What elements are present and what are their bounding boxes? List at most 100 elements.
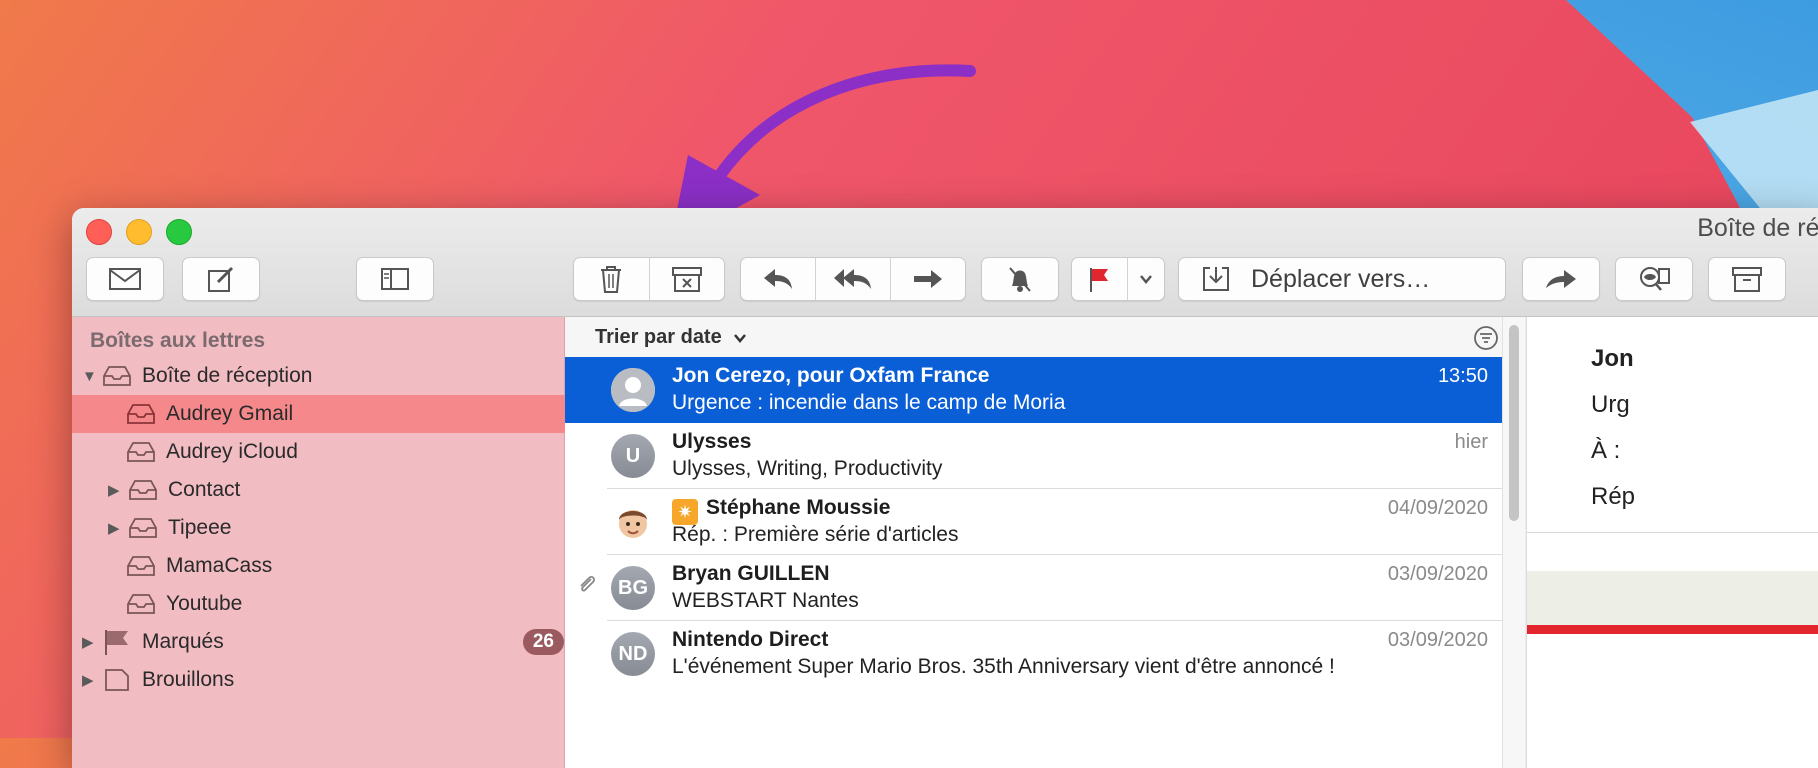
memoji-icon — [619, 510, 647, 538]
message-subject: Urgence : incendie dans le camp de Moria — [672, 391, 1066, 414]
message-list: Trier par date Jon Cerezo, pour Oxfam Fr… — [565, 317, 1525, 768]
delete-button[interactable] — [574, 258, 649, 300]
flag-group — [1071, 257, 1165, 301]
sidebar-item-label: Boîte de réception — [142, 364, 313, 387]
delete-junk-group — [573, 257, 725, 301]
reply-all-button[interactable] — [815, 258, 890, 300]
flag-icon — [105, 630, 128, 655]
sidebar-item-mamacass[interactable]: MamaCass — [72, 547, 618, 585]
preview-divider — [1527, 532, 1818, 533]
list-header: Trier par date — [565, 317, 1525, 357]
message-row[interactable]: ND Nintendo Direct L'événement Super Mar… — [565, 621, 1502, 687]
message-sender: ✷ Stéphane Moussie — [672, 496, 890, 525]
flag-button[interactable] — [1072, 258, 1127, 300]
preview-banner — [1527, 571, 1818, 625]
inbox-icon — [127, 442, 155, 462]
message-subject: Ulysses, Writing, Productivity — [672, 457, 943, 480]
avatar: BG — [611, 566, 655, 610]
sidebar-item-contact[interactable]: ▶ Contact — [72, 471, 600, 509]
inbox-icon — [129, 480, 157, 500]
message-row[interactable]: U Ulysses Ulysses, Writing, Productivity… — [565, 423, 1502, 489]
reply-button[interactable] — [741, 258, 815, 300]
sender-name: Stéphane Moussie — [706, 496, 891, 519]
sort-label: Trier par date — [595, 326, 722, 348]
avatar: U — [611, 434, 655, 478]
archive-button[interactable] — [1708, 257, 1786, 301]
disclosure-closed-icon[interactable]: ▶ — [82, 633, 102, 651]
message-row[interactable]: ✷ Stéphane Moussie Rép. : Première série … — [565, 489, 1502, 555]
sidebar-item-inbox[interactable]: ▼ Boîte de réception — [72, 357, 574, 395]
search-mail-button[interactable] — [1615, 257, 1693, 301]
toolbar: Boîte de réc — [72, 208, 1818, 317]
mute-button[interactable] — [981, 257, 1059, 301]
message-date: hier — [1454, 431, 1488, 453]
message-sender: Nintendo Direct — [672, 628, 829, 651]
sidebar-item-flagged[interactable]: ▶ Marqués 26 — [72, 623, 574, 661]
inbox-icon — [127, 594, 155, 614]
message-date: 13:50 — [1437, 365, 1488, 387]
sidebar-item-youtube[interactable]: Youtube — [72, 585, 618, 623]
get-mail-button[interactable] — [86, 257, 164, 301]
mailbox-sidebar: Boîtes aux lettres ▼ Boîte de réception … — [72, 317, 618, 768]
sidebar-item-label: Contact — [168, 478, 241, 501]
compose-icon — [208, 266, 234, 292]
message-date: 03/09/2020 — [1387, 629, 1488, 651]
preview-subject: Urg — [1591, 391, 1630, 418]
sidebar-item-tipeee[interactable]: ▶ Tipeee — [72, 509, 600, 547]
sidebar-icon — [381, 268, 409, 290]
sidebar-item-audrey-gmail[interactable]: Audrey Gmail — [72, 395, 618, 433]
avatar: ND — [611, 632, 655, 676]
window-title: Boîte de réc — [1697, 214, 1818, 242]
sidebar-item-label: Audrey iCloud — [166, 440, 298, 463]
chevron-down-icon — [1139, 275, 1152, 284]
disclosure-closed-icon[interactable]: ▶ — [108, 481, 128, 499]
filter-icon[interactable] — [1473, 325, 1499, 351]
junk-icon — [671, 267, 702, 292]
scrollbar-thumb[interactable] — [1509, 325, 1519, 521]
sidebar-item-label: MamaCass — [166, 554, 273, 577]
inbox-icon — [103, 366, 131, 386]
preview-sender: Jon — [1591, 345, 1634, 372]
move-to-label: Déplacer vers… — [1251, 264, 1431, 293]
minimize-button[interactable] — [126, 219, 152, 245]
sort-menu[interactable]: Trier par date — [595, 326, 747, 349]
flag-menu-button[interactable] — [1126, 258, 1164, 300]
drafts-icon — [105, 669, 129, 691]
sidebar-toggle-button[interactable] — [356, 257, 434, 301]
message-row[interactable]: BG Bryan GUILLEN WEBSTART Nantes 03/09/2… — [565, 555, 1502, 621]
reply-icon — [764, 269, 792, 289]
message-date: 04/09/2020 — [1387, 497, 1488, 519]
zoom-button[interactable] — [166, 219, 192, 245]
sidebar-item-label: Brouillons — [142, 668, 235, 691]
inbox-icon — [127, 404, 155, 424]
search-mail-icon — [1640, 267, 1670, 291]
junk-button[interactable] — [648, 258, 725, 300]
mail-window: Boîte de réc — [72, 208, 1818, 768]
message-date: 03/09/2020 — [1387, 563, 1488, 585]
sidebar-item-drafts[interactable]: ▶ Brouillons — [72, 661, 574, 699]
move-icon — [1203, 267, 1229, 291]
trash-icon — [601, 266, 622, 293]
message-preview: Jon Urg À : Rép — [1526, 317, 1818, 768]
avatar — [611, 368, 655, 412]
envelope-icon — [109, 268, 141, 290]
scrollbar[interactable] — [1502, 317, 1525, 768]
move-to-button[interactable]: Déplacer vers… — [1178, 257, 1506, 301]
sidebar-item-audrey-icloud[interactable]: Audrey iCloud — [72, 433, 618, 471]
forward-icon — [914, 270, 942, 288]
compose-button[interactable] — [182, 257, 260, 301]
preview-red-bar — [1527, 625, 1818, 634]
person-icon — [611, 368, 655, 412]
unread-count-badge: 26 — [522, 629, 564, 655]
mute-icon — [1009, 267, 1031, 292]
disclosure-open-icon[interactable]: ▼ — [82, 368, 102, 385]
close-button[interactable] — [86, 219, 112, 245]
disclosure-closed-icon[interactable]: ▶ — [108, 519, 128, 537]
forward-button[interactable] — [890, 258, 965, 300]
reply-all-icon — [834, 269, 871, 289]
disclosure-closed-icon[interactable]: ▶ — [82, 671, 102, 689]
message-sender: Jon Cerezo, pour Oxfam France — [672, 364, 990, 387]
preview-to: À : — [1591, 437, 1621, 464]
redirect-button[interactable] — [1522, 257, 1600, 301]
message-row[interactable]: Jon Cerezo, pour Oxfam France Urgence : … — [565, 357, 1502, 423]
